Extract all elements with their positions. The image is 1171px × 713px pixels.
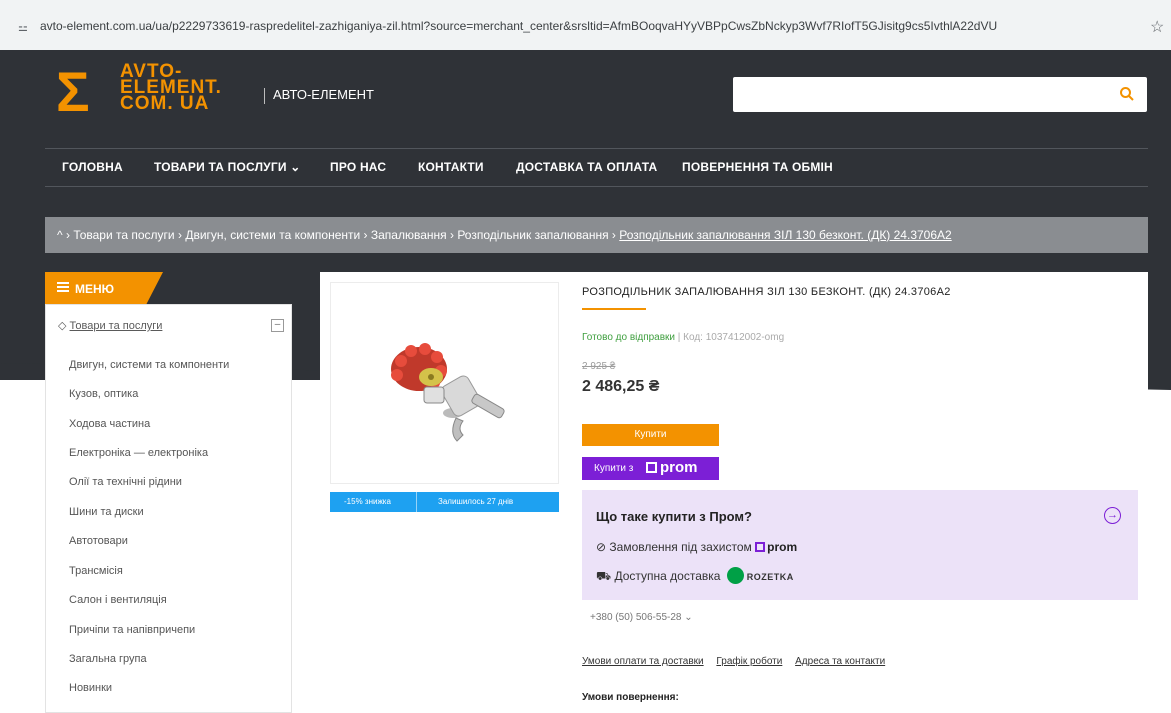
info-links: Умови оплати та доставки Графік роботи А… [582,656,895,667]
nav-home[interactable]: ГОЛОВНА [62,160,123,174]
payment-delivery-link[interactable]: Умови оплати та доставки [582,656,704,667]
prom-logo: prom [755,540,797,554]
sidebar-item[interactable]: Салон і вентиляція [69,594,167,606]
nav-returns[interactable]: ПОВЕРНЕННЯ ТА ОБМІН [682,160,833,174]
nav-about[interactable]: ПРО НАС [330,160,386,174]
address-contacts-link[interactable]: Адреса та контакти [795,656,885,667]
search-icon[interactable] [1119,86,1135,102]
breadcrumb: ^ › Товари та послуги › Двигун, системи … [45,217,1148,253]
search-input[interactable] [745,84,1105,104]
availability-status: Готово до відправки [582,332,676,343]
distributor-image [391,343,505,442]
buy-button[interactable]: Купити [582,424,719,446]
menu-button[interactable]: МЕНЮ [45,272,163,304]
truck-icon: ⛟ [596,569,612,583]
arrow-right-circle-icon[interactable]: → [1104,507,1121,524]
sidebar-item[interactable]: Електроніка — електроніка [69,447,208,459]
site-info-icon[interactable]: ⚍ [18,21,28,34]
sidebar-item[interactable]: Новинки [69,682,112,694]
menu-label: МЕНЮ [75,282,115,296]
prom-square-icon [755,542,766,552]
delivery-text: Доступна доставка [614,569,721,583]
sidebar-item[interactable]: Автотовари [69,535,128,547]
prom-logo: prom [646,459,698,476]
breadcrumb-current[interactable]: Розподільник запалювання ЗІЛ 130 безконт… [619,228,951,242]
search-box [733,77,1147,112]
protection-text: Замовлення під захистом [609,540,752,554]
bookmark-star-icon[interactable]: ☆ [1150,17,1164,37]
sidebar-item[interactable]: Ходова частина [69,418,150,430]
prom-info-box: Що таке купити з Пром? → ⊘ Замовлення пі… [582,490,1138,600]
sidebar-item[interactable]: Причіпи та напівпричепи [69,624,195,636]
nav-delivery[interactable]: ДОСТАВКА ТА ОПЛАТА [516,160,657,174]
browser-address-bar: ⚍ avto-element.com.ua/ua/p2229733619-ras… [0,0,1171,50]
chevron-down-icon: ⌄ [684,612,693,623]
remaining-label: Залишилось 27 днів [438,497,514,506]
breadcrumb-item[interactable]: Запалювання [371,228,447,242]
sidebar-item[interactable]: Олії та технічні рідини [69,476,182,488]
availability: Готово до відправки | Код: 1037412002-om… [582,332,784,343]
diamond-bullet-icon: ◇ [58,320,67,332]
site-logo[interactable]: Σ AVTO- ELEMENT. COM. UA [56,60,246,124]
sidebar-item[interactable]: Кузов, оптика [69,388,138,400]
rozetka-logo-text: ROZETKA [746,572,794,582]
collapse-icon[interactable]: – [271,319,284,332]
prom-delivery-row: ⛟ Доступна доставка ROZETKA [596,567,794,585]
phone-number[interactable]: +380 (50) 506-55-28 ⌄ [590,612,693,623]
title-underline [582,308,646,310]
sidebar-item[interactable]: Трансмісія [69,565,123,577]
prom-box-heading: Що таке купити з Пром? [596,509,752,524]
product-card: -15% знижка Залишилось 27 днів РОЗПОДІЛЬ… [320,272,1148,713]
url-field[interactable]: avto-element.com.ua/ua/p2229733619-raspr… [40,19,997,33]
breadcrumb-home-icon[interactable]: ^ [57,228,63,242]
logo-sigma-icon: Σ [56,60,90,123]
nav-products[interactable]: ТОВАРИ ТА ПОСЛУГИ ⌄ [154,160,300,174]
promo-strip: -15% знижка Залишилось 27 днів [330,492,559,512]
old-price: 2 925 ₴ [582,361,616,372]
breadcrumb-item[interactable]: Товари та послуги [73,228,174,242]
product-title: РОЗПОДІЛЬНИК ЗАПАЛЮВАННЯ ЗІЛ 130 БЕЗКОНТ… [582,286,951,298]
discount-label: -15% знижка [344,497,391,506]
schedule-link[interactable]: Графік роботи [716,656,782,667]
prom-square-icon [646,462,657,473]
sidebar: ◇ Товари та послуги – Двигун, системи та… [45,304,292,713]
breadcrumb-item[interactable]: Розподільник запалювання [457,228,608,242]
shop-name: АВТО-ЕЛЕМЕНТ [273,87,374,102]
nav-divider-top [45,148,1148,149]
sidebar-item[interactable]: Двигун, системи та компоненти [69,359,229,371]
returns-heading: Умови повернення: [582,692,679,703]
shield-check-icon: ⊘ [596,540,607,554]
prom-protection-row: ⊘ Замовлення під захистом prom [596,540,797,554]
price: 2 486,25 ₴ [582,378,660,395]
sidebar-item[interactable]: Шини та диски [69,506,144,518]
brand-divider [264,88,265,104]
hamburger-icon [57,282,69,292]
nav-divider-bottom [45,186,1148,187]
nav-contacts[interactable]: КОНТАКТИ [418,160,484,174]
rozetka-logo-icon [726,567,744,584]
site: Σ AVTO- ELEMENT. COM. UA АВТО-ЕЛЕМЕНТ ГО… [0,50,1171,713]
sidebar-item[interactable]: Загальна група [69,653,147,665]
buy-prom-label: Купити з [594,463,634,474]
promo-divider [416,492,417,512]
sidebar-root-label: Товари та послуги [69,320,163,332]
sidebar-root[interactable]: ◇ Товари та послуги [58,319,162,332]
product-code: | Код: 1037412002-omg [677,332,785,343]
breadcrumb-item[interactable]: Двигун, системи та компоненти [185,228,360,242]
buy-with-prom-button[interactable]: Купити з prom [582,457,719,480]
logo-text: AVTO- ELEMENT. COM. UA [120,61,222,114]
product-image[interactable] [330,282,559,484]
